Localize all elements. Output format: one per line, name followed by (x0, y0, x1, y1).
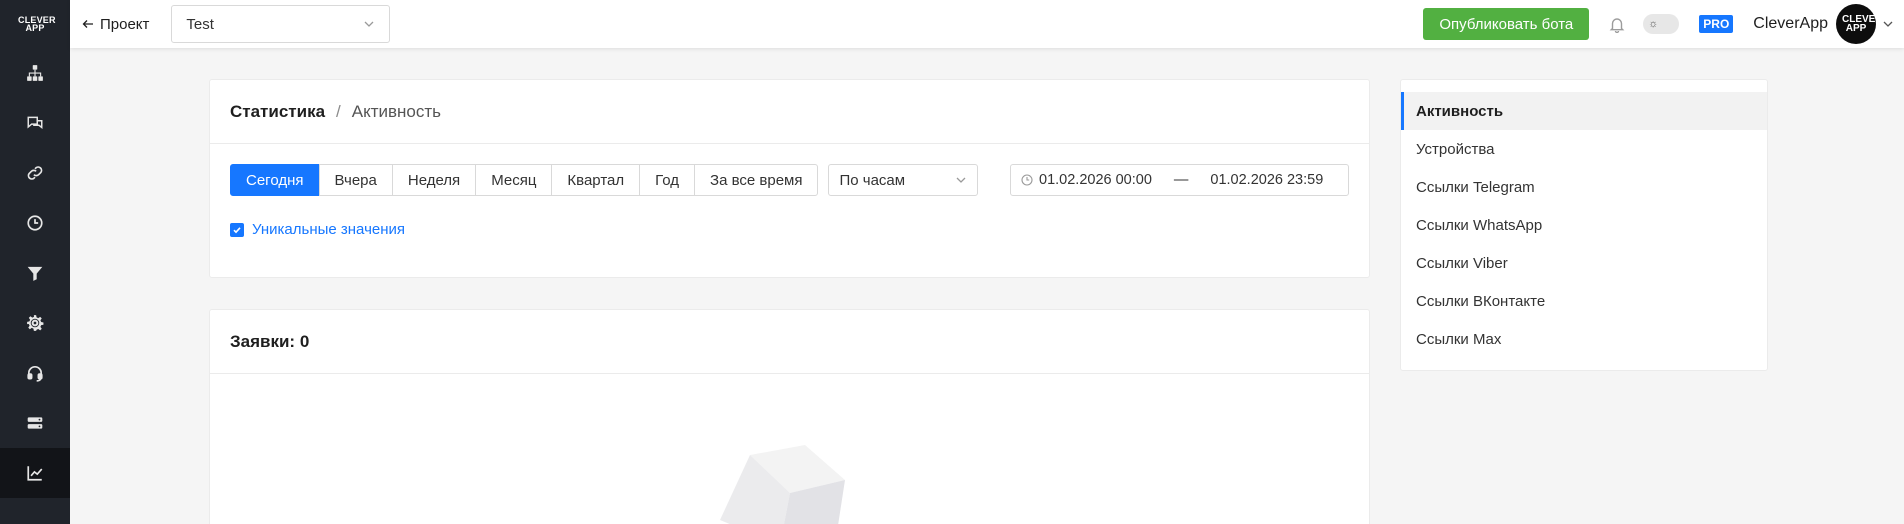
clock-icon (1021, 174, 1033, 186)
chart-line-icon (27, 466, 43, 481)
date-from-input[interactable]: 01.02.2026 00:00 (1039, 172, 1152, 188)
sidebar-item-structure[interactable] (0, 48, 70, 98)
statistics-menu: Активность Устройства Ссылки Telegram Сс… (1400, 79, 1768, 371)
pro-badge: PRO (1699, 15, 1734, 33)
period-month-button[interactable]: Месяц (475, 164, 553, 196)
date-to-input[interactable]: 01.02.2026 23:59 (1210, 172, 1323, 188)
sidebar-item-statistics[interactable] (0, 448, 70, 498)
filters-row: Сегодня Вчера Неделя Месяц Квартал Год З… (230, 164, 979, 196)
chat-icon (27, 116, 43, 130)
checkbox-checked-icon (230, 222, 244, 237)
group-by-select[interactable]: По часам (828, 164, 979, 196)
headset-icon (27, 365, 43, 382)
sidebar-item-history[interactable] (0, 198, 70, 248)
avatar[interactable]: CLEVER APP (1836, 4, 1883, 44)
menu-item-telegram-links[interactable]: Ссылки Telegram (1401, 168, 1767, 206)
back-link-label: Проект (100, 15, 150, 33)
breadcrumb: Статистика / Активность (210, 80, 1369, 144)
notifications-bell-icon[interactable] (1609, 16, 1625, 33)
logo[interactable]: CLEVER APP (0, 0, 70, 48)
unique-values-label: Уникальные значения (252, 221, 406, 238)
group-by-value: По часам (839, 171, 906, 189)
sidebar-item-links[interactable] (0, 148, 70, 198)
arrow-left-icon (82, 20, 93, 28)
period-all-time-button[interactable]: За все время (694, 164, 819, 196)
theme-toggle[interactable]: ☼ (1643, 14, 1680, 34)
user-menu-chevron-icon[interactable] (1882, 18, 1894, 30)
breadcrumb-statistics[interactable]: Статистика (230, 102, 325, 122)
period-today-button[interactable]: Сегодня (230, 164, 320, 196)
gear-icon (27, 315, 44, 331)
back-to-project-link[interactable]: Проект (82, 16, 149, 33)
chevron-down-icon (957, 177, 966, 183)
date-range-picker[interactable]: 01.02.2026 00:00 — 01.02.2026 23:59 (1010, 164, 1349, 196)
funnel-icon (27, 266, 43, 281)
username[interactable]: CleverApp (1753, 15, 1828, 33)
menu-item-vk-links[interactable]: Ссылки ВКонтакте (1401, 282, 1767, 320)
period-week-button[interactable]: Неделя (391, 164, 477, 196)
menu-item-viber-links[interactable]: Ссылки Viber (1401, 244, 1767, 282)
project-select[interactable]: Test (171, 5, 391, 43)
chevron-down-icon (364, 21, 374, 27)
project-select-value: Test (186, 15, 214, 33)
menu-item-devices[interactable]: Устройства (1401, 130, 1767, 168)
unique-values-checkbox[interactable]: Уникальные значения (230, 221, 405, 238)
empty-state-cube-icon (720, 445, 845, 524)
requests-title: Заявки: 0 (210, 310, 1369, 374)
breadcrumb-separator: / (336, 101, 341, 121)
breadcrumb-activity: Активность (351, 101, 442, 121)
link-icon (27, 166, 43, 180)
sitemap-icon (27, 65, 43, 81)
sidebar-item-funnels[interactable] (0, 248, 70, 298)
logo-text: CLEVER APP (18, 15, 56, 33)
menu-item-whatsapp-links[interactable]: Ссылки WhatsApp (1401, 206, 1767, 244)
sun-icon: ☼ (1648, 18, 1659, 30)
sidebar-item-data[interactable] (0, 398, 70, 448)
date-range-separator: — (1173, 172, 1189, 188)
sidebar: CLEVER APP (0, 0, 70, 524)
sidebar-item-support[interactable] (0, 348, 70, 398)
period-year-button[interactable]: Год (639, 164, 696, 196)
period-quarter-button[interactable]: Квартал (551, 164, 641, 196)
menu-item-max-links[interactable]: Ссылки Max (1401, 320, 1767, 358)
period-yesterday-button[interactable]: Вчера (318, 164, 393, 196)
clock-icon (27, 215, 43, 231)
requests-card: Заявки: 0 (209, 309, 1370, 524)
avatar-text: CLEVER APP (1842, 14, 1883, 34)
sidebar-item-settings[interactable] (0, 298, 70, 348)
server-icon (27, 417, 43, 429)
menu-item-activity[interactable]: Активность (1401, 92, 1767, 130)
publish-bot-button[interactable]: Опубликовать бота (1423, 8, 1590, 40)
activity-card: Статистика / Активность Сегодня Вчера Не… (209, 79, 1370, 278)
period-selector: Сегодня Вчера Неделя Месяц Квартал Год З… (230, 164, 819, 196)
top-bar: Проект Test Опубликовать бота ☼ PRO Clev… (70, 0, 1904, 48)
sidebar-item-chats[interactable] (0, 98, 70, 148)
